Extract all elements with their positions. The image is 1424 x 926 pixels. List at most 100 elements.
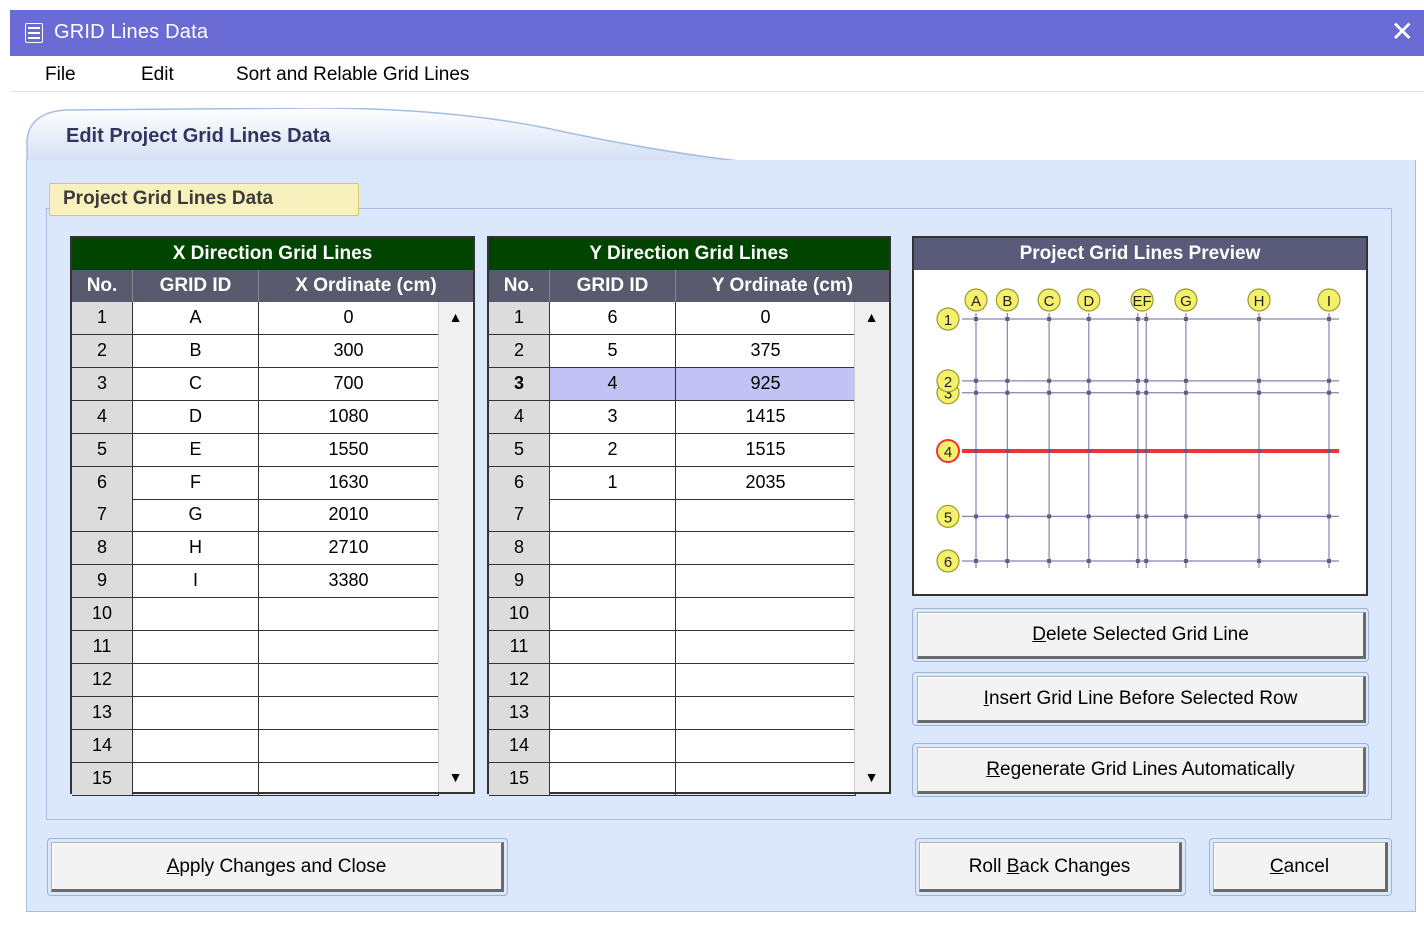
ordinate-cell[interactable] (676, 762, 856, 796)
x-col-no[interactable]: No. (72, 270, 133, 302)
grid-id-cell[interactable] (550, 631, 676, 664)
y-col-grid-id[interactable]: GRID ID (550, 270, 676, 302)
row-number-cell[interactable]: 6 (489, 466, 550, 500)
row-number-cell[interactable]: 9 (489, 565, 550, 599)
grid-id-cell[interactable] (550, 532, 676, 566)
roll-back-changes-button[interactable]: Roll Back Changes (919, 842, 1182, 892)
ordinate-cell[interactable] (676, 598, 856, 632)
ordinate-cell[interactable]: 925 (676, 367, 856, 401)
row-number-cell[interactable]: 10 (489, 598, 550, 632)
row-number-cell[interactable]: 8 (72, 532, 133, 566)
table-row[interactable]: 4 3 1415 (489, 400, 856, 434)
table-row[interactable]: 14 (489, 729, 856, 763)
ordinate-cell[interactable]: 3380 (259, 565, 439, 599)
row-number-cell[interactable]: 8 (489, 532, 550, 566)
table-row[interactable]: 7 (489, 499, 856, 533)
table-row[interactable]: 12 (489, 663, 856, 697)
ordinate-cell[interactable]: 1550 (259, 433, 439, 467)
ordinate-cell[interactable] (259, 762, 439, 796)
table-row[interactable]: 6 F 1630 (72, 466, 439, 500)
row-number-cell[interactable]: 12 (72, 663, 133, 697)
grid-id-cell[interactable] (550, 696, 676, 730)
row-number-cell[interactable]: 1 (72, 302, 133, 335)
row-number-cell[interactable]: 7 (489, 499, 550, 533)
row-number-cell[interactable]: 4 (489, 400, 550, 434)
apply-changes-close-button[interactable]: Apply Changes and Close (51, 842, 504, 892)
grid-id-cell[interactable] (133, 631, 259, 664)
grid-id-cell[interactable]: 4 (550, 367, 676, 401)
row-number-cell[interactable]: 3 (489, 367, 550, 401)
x-direction-grid[interactable]: X Direction Grid Lines No. GRID ID X Ord… (70, 236, 475, 796)
table-row[interactable]: 9 I 3380 (72, 565, 439, 599)
grid-id-cell[interactable]: I (133, 565, 259, 599)
ordinate-cell[interactable]: 700 (259, 367, 439, 401)
grid-id-cell[interactable]: 1 (550, 466, 676, 500)
ordinate-cell[interactable]: 1515 (676, 433, 856, 467)
row-number-cell[interactable]: 7 (72, 499, 133, 533)
ordinate-cell[interactable]: 2010 (259, 499, 439, 533)
grid-id-cell[interactable]: D (133, 400, 259, 434)
row-number-cell[interactable]: 14 (72, 729, 133, 763)
ordinate-cell[interactable] (676, 565, 856, 599)
close-icon[interactable]: ✕ (1391, 15, 1414, 48)
table-row[interactable]: 1A0 (72, 302, 439, 335)
ordinate-cell[interactable] (676, 631, 856, 664)
row-number-cell[interactable]: 15 (72, 762, 133, 796)
grid-id-cell[interactable]: B (133, 334, 259, 368)
scroll-down-icon[interactable]: ▼ (439, 762, 472, 792)
grid-id-cell[interactable]: 2 (550, 433, 676, 467)
scroll-down-icon[interactable]: ▼ (855, 762, 888, 792)
row-number-cell[interactable]: 2 (72, 334, 133, 368)
table-row[interactable]: 2 B 300 (72, 334, 439, 368)
grid-id-cell[interactable] (550, 499, 676, 533)
grid-id-cell[interactable]: A (133, 302, 259, 335)
scroll-up-icon[interactable]: ▲ (439, 302, 472, 332)
grid-id-cell[interactable]: G (133, 499, 259, 533)
table-row[interactable]: 10 (489, 598, 856, 632)
row-number-cell[interactable]: 15 (489, 762, 550, 796)
ordinate-cell[interactable]: 0 (676, 302, 856, 335)
table-row[interactable]: 7 G 2010 (72, 499, 439, 533)
ordinate-cell[interactable]: 1080 (259, 400, 439, 434)
menu-edit[interactable]: Edit (141, 64, 174, 86)
ordinate-cell[interactable] (676, 499, 856, 533)
ordinate-cell[interactable] (676, 663, 856, 697)
table-row[interactable]: 11 (489, 631, 856, 664)
tab-edit-project-grid[interactable]: Edit Project Grid Lines Data (66, 125, 331, 148)
table-row[interactable]: 4 D 1080 (72, 400, 439, 434)
grid-id-cell[interactable]: 6 (550, 302, 676, 335)
ordinate-cell[interactable]: 1630 (259, 466, 439, 500)
table-row[interactable]: 13 (489, 696, 856, 730)
grid-id-cell[interactable] (550, 729, 676, 763)
row-number-cell[interactable]: 6 (72, 466, 133, 500)
ordinate-cell[interactable]: 0 (259, 302, 439, 335)
grid-id-cell[interactable] (550, 598, 676, 632)
row-number-cell[interactable]: 5 (72, 433, 133, 467)
ordinate-cell[interactable] (259, 663, 439, 697)
table-row[interactable]: 160 (489, 302, 856, 335)
ordinate-cell[interactable]: 2035 (676, 466, 856, 500)
grid-id-cell[interactable]: F (133, 466, 259, 500)
row-number-cell[interactable]: 13 (489, 696, 550, 730)
table-row[interactable]: 14 (72, 729, 439, 763)
x-grid-scrollbar[interactable]: ▲ ▼ (438, 302, 473, 792)
grid-id-cell[interactable] (550, 762, 676, 796)
insert-grid-line-button[interactable]: Insert Grid Line Before Selected Row (917, 676, 1366, 723)
table-row[interactable]: 11 (72, 631, 439, 664)
table-row[interactable]: 15 (489, 762, 856, 796)
row-number-cell[interactable]: 11 (72, 631, 133, 664)
y-col-no[interactable]: No. (489, 270, 550, 302)
ordinate-cell[interactable]: 300 (259, 334, 439, 368)
grid-id-cell[interactable] (550, 663, 676, 697)
menu-file[interactable]: File (45, 64, 76, 86)
table-row[interactable]: 3 C 700 (72, 367, 439, 401)
row-number-cell[interactable]: 3 (72, 367, 133, 401)
row-number-cell[interactable]: 11 (489, 631, 550, 664)
delete-grid-line-button[interactable]: Delete Selected Grid Line (917, 612, 1366, 659)
grid-id-cell[interactable] (550, 565, 676, 599)
table-row[interactable]: 8 H 2710 (72, 532, 439, 566)
table-row[interactable]: 2 5 375 (489, 334, 856, 368)
table-row[interactable]: 6 1 2035 (489, 466, 856, 500)
row-number-cell[interactable]: 10 (72, 598, 133, 632)
y-col-ordinate[interactable]: Y Ordinate (cm) (676, 270, 889, 302)
